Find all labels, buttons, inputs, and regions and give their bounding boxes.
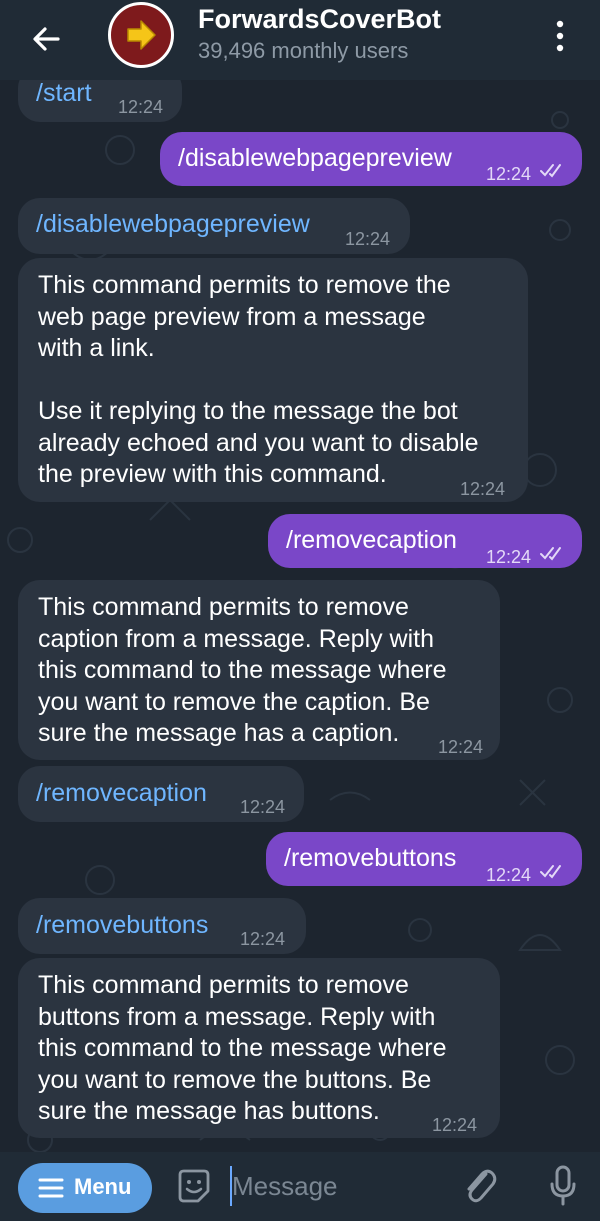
more-options-button[interactable] xyxy=(550,16,570,56)
message-text: /removebuttons xyxy=(284,844,457,872)
input-bar: Menu xyxy=(0,1152,600,1221)
menu-button[interactable]: Menu xyxy=(18,1163,152,1213)
message-time: 12:24 xyxy=(240,797,286,817)
message-time: 12:24 xyxy=(118,97,164,117)
double-check-icon xyxy=(540,164,561,178)
message-line: the preview with this command. xyxy=(38,460,387,488)
command-link[interactable]: /disablewebpagepreview xyxy=(36,209,310,241)
message-time: 12:24 xyxy=(460,479,506,499)
message-line: with a link. xyxy=(38,334,155,362)
message-incoming[interactable]: This command permits to remove the web p… xyxy=(18,258,528,502)
message-time: 12:24 xyxy=(486,865,532,885)
message-time: 12:24 xyxy=(438,737,484,757)
chat-subtitle: 39,496 monthly users xyxy=(198,38,409,63)
message-incoming[interactable]: /removebuttons 12:24 xyxy=(18,898,306,954)
message-outgoing[interactable]: /removecaption 12:24 xyxy=(268,514,582,568)
double-check-icon xyxy=(540,547,561,561)
avatar[interactable] xyxy=(108,2,174,68)
microphone-icon[interactable] xyxy=(548,1164,578,1208)
message-line xyxy=(38,365,479,397)
message-time: 12:24 xyxy=(486,164,532,184)
message-incoming[interactable]: This command permits to remove caption f… xyxy=(18,580,500,760)
forward-arrow-avatar-icon xyxy=(127,20,156,50)
double-check-icon xyxy=(540,865,561,879)
message-line: This command permits to remove the xyxy=(38,271,451,299)
menu-lines-icon xyxy=(38,1178,64,1198)
message-line: you want to remove the buttons. Be xyxy=(38,1065,432,1094)
chat-header: ForwardsCoverBot 39,496 monthly users xyxy=(0,0,600,80)
message-line: this command to the message where xyxy=(38,656,447,684)
message-outgoing[interactable]: /disablewebpagepreview 12:24 xyxy=(160,132,582,186)
message-line: This command permits to remove xyxy=(38,593,409,621)
message-line: already echoed and you want to disable xyxy=(38,428,479,457)
message-line: This command permits to remove xyxy=(38,971,409,999)
message-time: 12:24 xyxy=(432,1115,478,1135)
message-line: you want to remove the caption. Be xyxy=(38,687,430,716)
message-line: buttons from a message. Reply with xyxy=(38,1002,436,1031)
message-time: 12:24 xyxy=(345,229,391,249)
message-line: web page preview from a message xyxy=(38,302,426,331)
message-line: this command to the message where xyxy=(38,1034,447,1062)
message-line: sure the message has buttons. xyxy=(38,1097,380,1125)
command-link[interactable]: /removecaption xyxy=(36,778,207,810)
attach-icon[interactable] xyxy=(460,1164,500,1208)
message-outgoing[interactable]: /removebuttons 12:24 xyxy=(266,832,582,886)
message-time: 12:24 xyxy=(486,547,532,567)
message-input[interactable] xyxy=(232,1166,442,1206)
command-link[interactable]: /removebuttons xyxy=(36,910,208,942)
menu-label: Menu xyxy=(74,1174,132,1199)
message-text: /removecaption xyxy=(286,526,457,554)
back-arrow-icon xyxy=(33,27,60,51)
message-incoming[interactable]: /removecaption 12:24 xyxy=(18,766,304,822)
message-incoming[interactable]: This command permits to remove buttons f… xyxy=(18,958,500,1138)
message-line: Use it replying to the message the bot xyxy=(38,397,458,425)
command-link[interactable]: /start xyxy=(36,78,92,110)
message-incoming[interactable]: /disablewebpagepreview 12:24 xyxy=(18,198,410,254)
message-time: 12:24 xyxy=(240,929,286,949)
message-text: /disablewebpagepreview xyxy=(178,144,452,172)
chat-title[interactable]: ForwardsCoverBot xyxy=(198,4,441,35)
sticker-icon[interactable] xyxy=(174,1167,214,1207)
message-line: sure the message has a caption. xyxy=(38,719,400,747)
back-button[interactable] xyxy=(26,18,68,60)
more-vertical-icon xyxy=(556,20,564,52)
message-line: caption from a message. Reply with xyxy=(38,624,435,653)
